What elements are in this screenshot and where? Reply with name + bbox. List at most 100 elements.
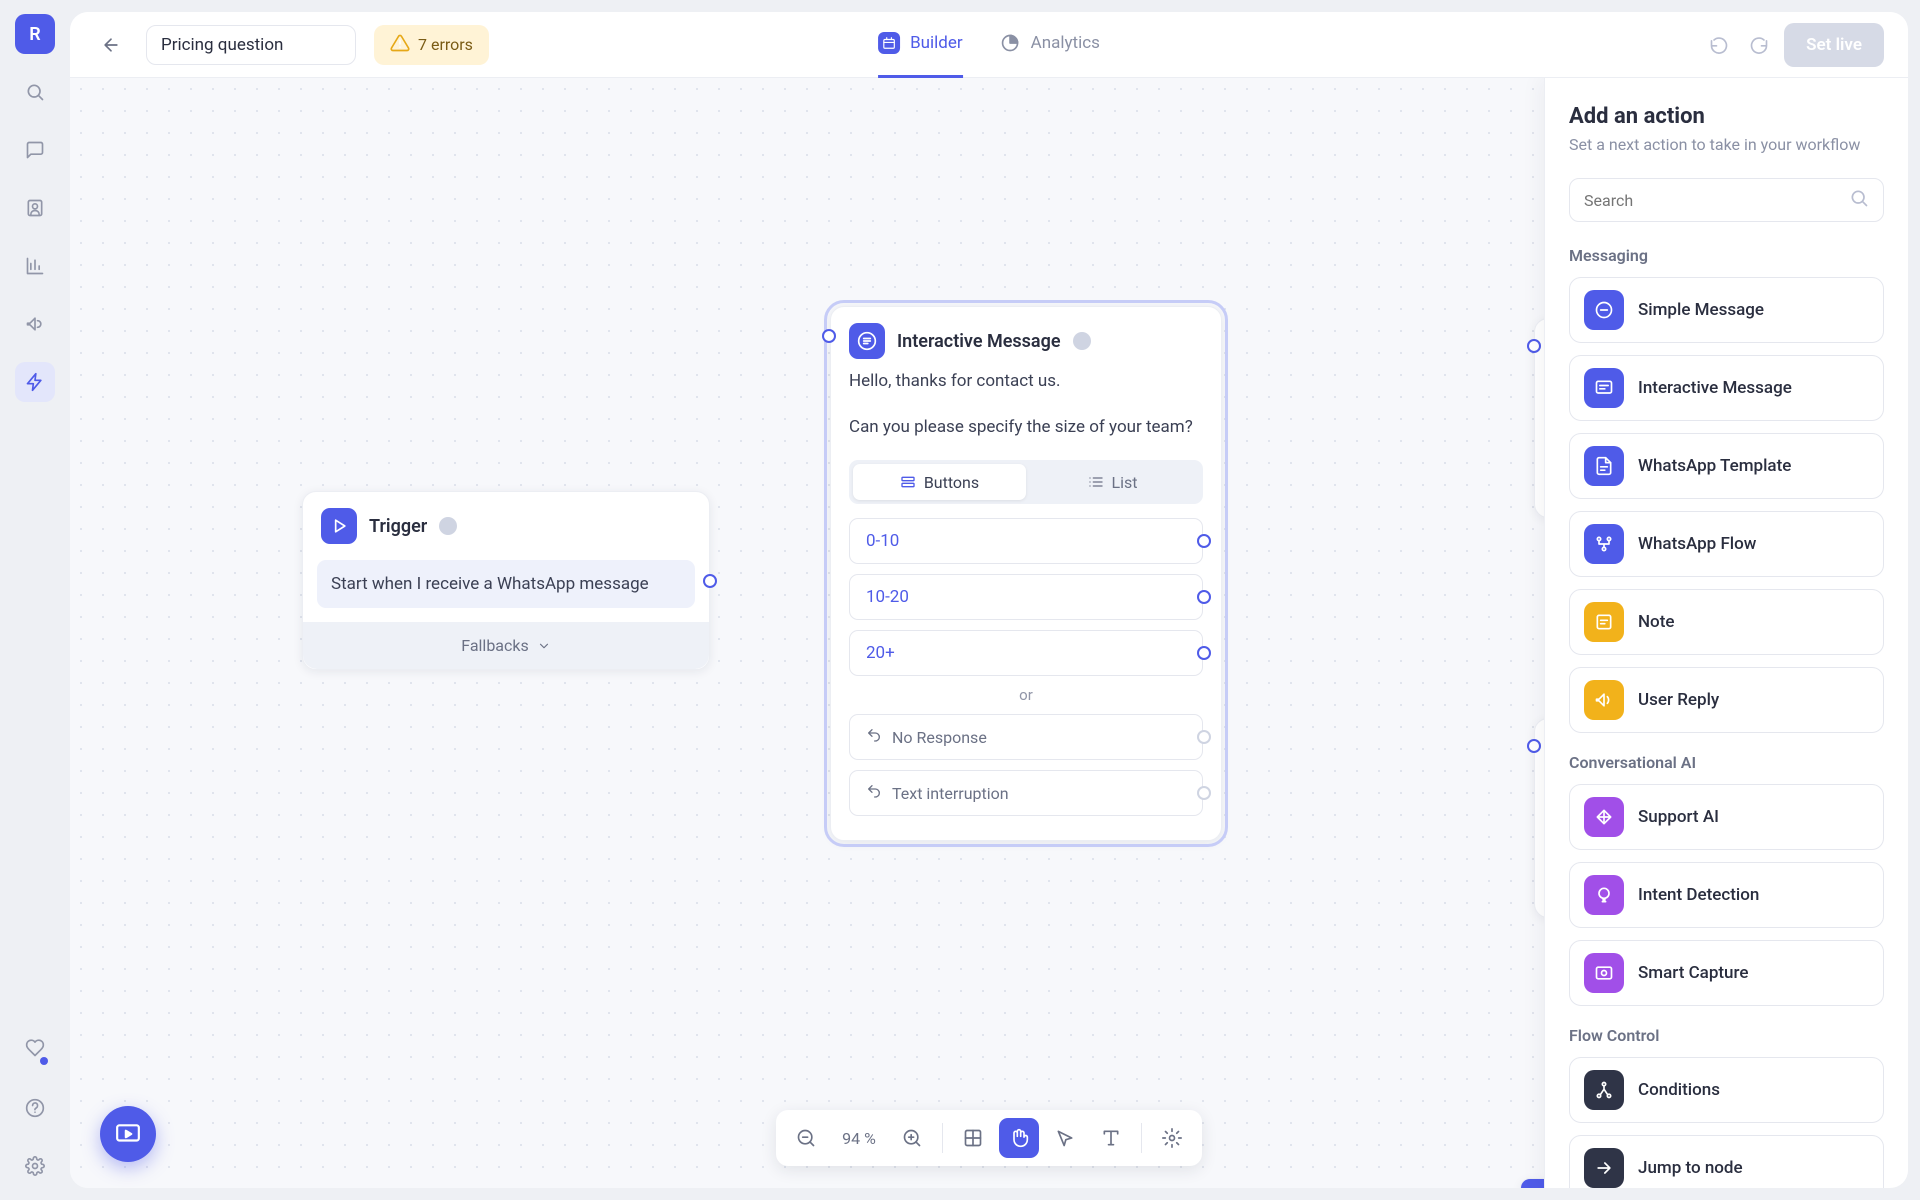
action-interactive-message[interactable]: Interactive Message (1569, 355, 1884, 421)
trigger-out-port[interactable] (703, 574, 717, 588)
info-icon[interactable] (1073, 332, 1091, 350)
text-tool-button[interactable] (1091, 1118, 1131, 1158)
fallback-no-response[interactable]: No Response (849, 714, 1203, 760)
nav-settings[interactable] (15, 1146, 55, 1186)
intmsg-in-port[interactable] (822, 329, 836, 343)
pnode1-in-port[interactable] (1527, 339, 1541, 353)
back-button[interactable] (94, 28, 128, 62)
action-support-ai[interactable]: Support AI (1569, 784, 1884, 850)
main-area: 7 errors Builder Analytics Set live (70, 12, 1908, 1188)
tab-builder-label: Builder (910, 33, 963, 53)
conditions-icon (1584, 1070, 1624, 1110)
port-no-response[interactable] (1197, 730, 1211, 744)
group-flow-control: Flow Control (1569, 1026, 1884, 1045)
option-0-10[interactable]: 0-10 (849, 518, 1203, 564)
reply-type-segment: Buttons List (849, 460, 1203, 504)
action-jump-to-node[interactable]: Jump to node (1569, 1135, 1884, 1188)
nav-health[interactable] (15, 1030, 55, 1070)
ai-icon (1584, 797, 1624, 837)
chat-icon (849, 323, 885, 359)
action-note[interactable]: Note (1569, 589, 1884, 655)
select-tool-button[interactable] (1045, 1118, 1085, 1158)
flow-title-input[interactable] (146, 25, 356, 65)
option-20-plus[interactable]: 20+ (849, 630, 1203, 676)
errors-badge[interactable]: 7 errors (374, 25, 489, 65)
set-live-button[interactable]: Set live (1784, 23, 1884, 67)
port-opt-1[interactable] (1197, 534, 1211, 548)
grid-toggle-button[interactable] (953, 1118, 993, 1158)
capture-icon (1584, 953, 1624, 993)
zoom-percentage: 94 % (832, 1129, 886, 1148)
action-search[interactable] (1569, 178, 1884, 222)
interactive-icon (1584, 368, 1624, 408)
action-intent-detection[interactable]: Intent Detection (1569, 862, 1884, 928)
builder-icon (878, 32, 900, 54)
message-icon (1584, 290, 1624, 330)
fallback-text-interruption[interactable]: Text interruption (849, 770, 1203, 816)
node-interactive-message[interactable]: Interactive Message Hello, thanks for co… (830, 306, 1222, 841)
play-icon (321, 508, 357, 544)
tab-analytics-label: Analytics (1031, 33, 1100, 53)
jump-icon (1584, 1148, 1624, 1188)
analytics-icon (999, 32, 1021, 54)
action-conditions[interactable]: Conditions (1569, 1057, 1884, 1123)
action-simple-message[interactable]: Simple Message (1569, 277, 1884, 343)
nav-contacts[interactable] (15, 188, 55, 228)
zoom-out-button[interactable] (786, 1118, 826, 1158)
canvas[interactable]: Trigger Start when I receive a WhatsApp … (70, 78, 1908, 1188)
search-icon (1849, 188, 1869, 212)
info-icon[interactable] (439, 517, 457, 535)
add-action-panel: Add an action Set a next action to take … (1544, 78, 1908, 1188)
tab-analytics[interactable]: Analytics (999, 12, 1100, 78)
pan-tool-button[interactable] (999, 1118, 1039, 1158)
port-opt-2[interactable] (1197, 590, 1211, 604)
action-smart-capture[interactable]: Smart Capture (1569, 940, 1884, 1006)
trigger-condition[interactable]: Start when I receive a WhatsApp message (317, 560, 695, 608)
topbar: 7 errors Builder Analytics Set live (70, 12, 1908, 78)
action-whatsapp-template[interactable]: WhatsApp Template (1569, 433, 1884, 499)
redo-button[interactable] (1744, 30, 1774, 60)
app-logo[interactable]: R (15, 14, 55, 54)
nav-broadcast[interactable] (15, 304, 55, 344)
action-user-reply[interactable]: User Reply (1569, 667, 1884, 733)
warning-icon (390, 33, 410, 57)
settings-tool-button[interactable] (1152, 1118, 1192, 1158)
nav-automation[interactable] (15, 362, 55, 402)
intmsg-text-2: Can you please specify the size of your … (849, 415, 1203, 441)
or-divider: or (849, 686, 1203, 704)
node-trigger[interactable]: Trigger Start when I receive a WhatsApp … (302, 491, 710, 670)
reply-icon (1584, 680, 1624, 720)
template-icon (1584, 446, 1624, 486)
port-opt-3[interactable] (1197, 646, 1211, 660)
nav-inbox[interactable] (15, 130, 55, 170)
segment-buttons[interactable]: Buttons (853, 464, 1026, 500)
nav-help[interactable] (15, 1088, 55, 1128)
intmsg-text-1: Hello, thanks for contact us. (849, 369, 1203, 395)
port-text-interruption[interactable] (1197, 786, 1211, 800)
group-messaging: Messaging (1569, 246, 1884, 265)
canvas-toolbar: 94 % (776, 1110, 1202, 1166)
nav-analytics[interactable] (15, 246, 55, 286)
undo-button[interactable] (1704, 30, 1734, 60)
zoom-in-button[interactable] (892, 1118, 932, 1158)
mode-tabs: Builder Analytics (878, 12, 1100, 78)
action-search-input[interactable] (1584, 191, 1839, 210)
trigger-fallbacks[interactable]: Fallbacks (303, 622, 709, 669)
intent-icon (1584, 875, 1624, 915)
note-icon (1584, 602, 1624, 642)
trigger-title: Trigger (369, 516, 427, 537)
panel-title: Add an action (1569, 104, 1884, 129)
tab-builder[interactable]: Builder (878, 12, 963, 78)
errors-text: 7 errors (418, 35, 473, 54)
left-rail: R (0, 0, 70, 1200)
nav-search[interactable] (15, 72, 55, 112)
option-10-20[interactable]: 10-20 (849, 574, 1203, 620)
flow-icon (1584, 524, 1624, 564)
action-whatsapp-flow[interactable]: WhatsApp Flow (1569, 511, 1884, 577)
preview-fab[interactable] (100, 1106, 156, 1162)
intmsg-title: Interactive Message (897, 331, 1061, 352)
pnode2-in-port[interactable] (1527, 739, 1541, 753)
group-conversational-ai: Conversational AI (1569, 753, 1884, 772)
uturn-icon (866, 783, 882, 803)
segment-list[interactable]: List (1026, 464, 1199, 500)
